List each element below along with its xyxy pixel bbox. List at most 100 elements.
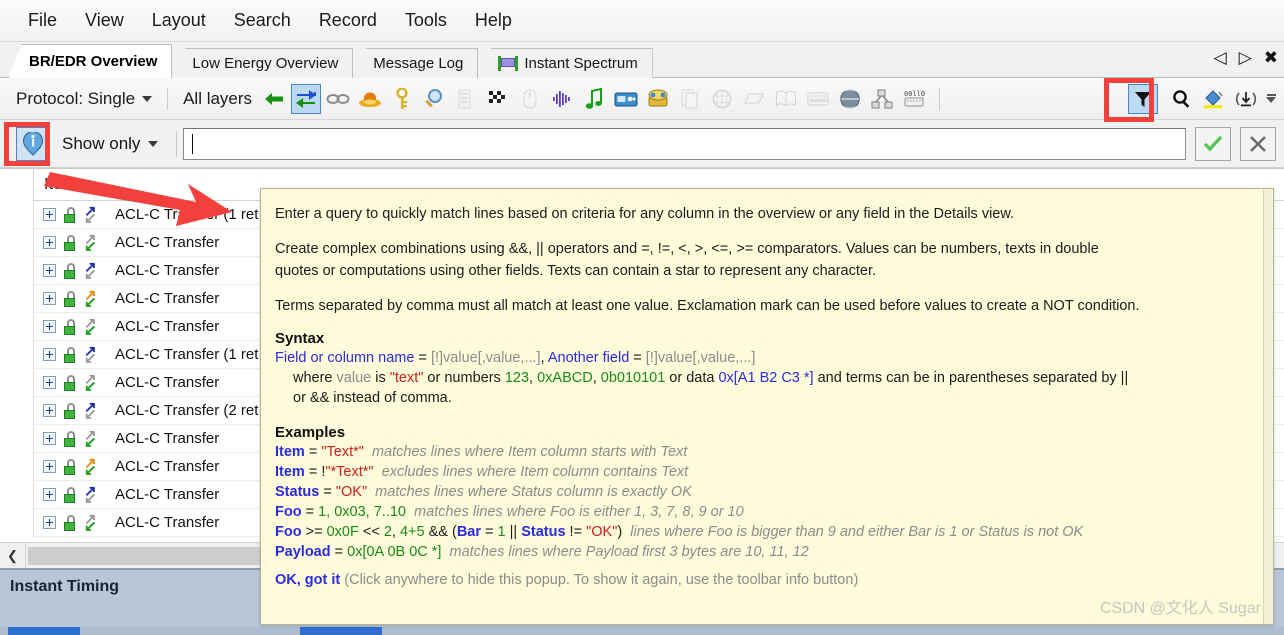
tab-low-energy-overview[interactable]: Low Energy Overview bbox=[171, 48, 354, 78]
timing-marker bbox=[300, 627, 382, 635]
mouse-icon[interactable] bbox=[515, 84, 545, 114]
example-value-2: 2 bbox=[383, 524, 392, 540]
menu-item-file[interactable]: File bbox=[14, 6, 71, 35]
toolbar-divider bbox=[167, 87, 169, 110]
filter-funnel-icon[interactable] bbox=[1128, 83, 1158, 114]
query-help-popup[interactable]: Enter a query to quickly match lines bas… bbox=[260, 188, 1274, 625]
direction-arrows-icon: ↗ ↙ bbox=[84, 398, 97, 423]
menu-item-tools[interactable]: Tools bbox=[391, 6, 461, 35]
protocol-dropdown[interactable]: Protocol: Single bbox=[10, 89, 158, 109]
waveform-icon[interactable] bbox=[547, 84, 577, 114]
show-only-dropdown[interactable]: Show only bbox=[50, 134, 170, 154]
popup-dismiss-row[interactable]: OK, got it (Click anywhere to hide this … bbox=[275, 572, 1255, 588]
menu-item-search[interactable]: Search bbox=[220, 6, 305, 35]
syntax-line-1: Field or column name = [!]value[,value,.… bbox=[275, 348, 1255, 368]
example-op: = bbox=[304, 444, 322, 460]
syntax-or-numbers: or numbers bbox=[423, 370, 505, 386]
hat-icon[interactable] bbox=[355, 84, 385, 114]
example-row: Item = "Text*" matches lines where Item … bbox=[275, 442, 1255, 462]
expand-icon[interactable] bbox=[43, 376, 56, 389]
popup-scrollbar[interactable] bbox=[1263, 189, 1273, 624]
example-row: Item = !"*Text*" excludes lines where It… bbox=[275, 462, 1255, 482]
info-circle-icon[interactable] bbox=[16, 126, 50, 161]
svg-text:00ll0: 00ll0 bbox=[904, 90, 925, 98]
checkered-flag-icon[interactable] bbox=[483, 84, 513, 114]
key-icon[interactable] bbox=[387, 84, 417, 114]
query-input[interactable] bbox=[183, 127, 1186, 160]
expand-icon[interactable] bbox=[43, 320, 56, 333]
radio-icon[interactable] bbox=[611, 84, 641, 114]
syntax-is: is bbox=[371, 370, 390, 386]
popup-paragraph-2-line1: Create complex combinations using &&, ||… bbox=[275, 241, 1099, 257]
unlocked-lock-icon bbox=[63, 486, 77, 503]
expand-icon[interactable] bbox=[43, 460, 56, 473]
layers-button[interactable]: All layers bbox=[177, 89, 258, 109]
menu-item-view[interactable]: View bbox=[71, 6, 138, 35]
expand-icon[interactable] bbox=[43, 236, 56, 249]
expand-icon[interactable] bbox=[43, 208, 56, 221]
expand-icon[interactable] bbox=[43, 516, 56, 529]
expand-icon[interactable] bbox=[43, 348, 56, 361]
list-item-label: ACL-C Transfer (2 ret bbox=[115, 402, 259, 419]
ok-got-it-label[interactable]: OK, got it bbox=[275, 572, 340, 588]
globe-icon[interactable] bbox=[835, 84, 865, 114]
syntax-or-data: or data bbox=[665, 370, 719, 386]
example-op: = bbox=[330, 544, 348, 560]
direction-arrows-icon: ↗ ↙ bbox=[84, 230, 97, 255]
example-op-2: = bbox=[481, 524, 498, 540]
chevron-right-icon[interactable]: ▷ bbox=[1239, 48, 1252, 68]
keyboard-icon[interactable] bbox=[803, 84, 833, 114]
list-icon[interactable] bbox=[451, 84, 481, 114]
copy-pages-icon[interactable] bbox=[675, 84, 705, 114]
tab-br-edr-overview[interactable]: BR/EDR Overview bbox=[8, 44, 173, 78]
document-icon[interactable] bbox=[739, 84, 769, 114]
expand-icon[interactable] bbox=[43, 432, 56, 445]
menu-item-help[interactable]: Help bbox=[461, 6, 526, 35]
example-value-5: "OK" bbox=[586, 524, 618, 540]
expand-icon[interactable] bbox=[43, 404, 56, 417]
syntax-where: where bbox=[293, 370, 337, 386]
tab-instant-spectrum[interactable]: Instant Spectrum bbox=[477, 48, 653, 78]
phone-icon[interactable] bbox=[643, 84, 673, 114]
example-desc: matches lines where Foo is either 1, 3, … bbox=[414, 504, 744, 520]
apply-filter-button[interactable] bbox=[1195, 126, 1231, 161]
expand-icon[interactable] bbox=[43, 292, 56, 305]
example-paren-close: ) bbox=[617, 524, 623, 540]
book-icon[interactable] bbox=[771, 84, 801, 114]
example-op: = bbox=[319, 484, 336, 500]
chevron-left-icon[interactable]: ◁ bbox=[1214, 48, 1227, 68]
example-field: Payload bbox=[275, 544, 331, 560]
direction-arrows-icon: ↗ ↙ bbox=[84, 286, 97, 311]
syntax-data-literal: 0x[A1 B2 C3 *] bbox=[718, 370, 814, 386]
row-gutter bbox=[0, 284, 34, 313]
example-desc: lines where Foo is bigger than 9 and eit… bbox=[630, 524, 1084, 540]
toolbar-overflow-button[interactable] bbox=[1262, 94, 1280, 103]
search-icon[interactable] bbox=[1167, 84, 1197, 114]
chevron-left-icon[interactable]: ❮ bbox=[0, 543, 26, 568]
example-row: Status = "OK" matches lines where Status… bbox=[275, 482, 1255, 502]
network-icon[interactable] bbox=[867, 84, 897, 114]
example-field-3: Status bbox=[521, 524, 566, 540]
close-icon[interactable]: ✖ bbox=[1264, 48, 1278, 68]
bidirectional-arrow-icon[interactable] bbox=[291, 83, 322, 114]
expand-icon[interactable] bbox=[43, 488, 56, 501]
magnifier-icon[interactable] bbox=[419, 84, 449, 114]
expand-icon[interactable] bbox=[43, 264, 56, 277]
menu-item-layout[interactable]: Layout bbox=[138, 6, 220, 35]
tab-message-log[interactable]: Message Log bbox=[352, 48, 479, 78]
serial-port-icon[interactable]: 00ll0 bbox=[899, 84, 929, 114]
list-item-label: ACL-C Transfer bbox=[115, 430, 220, 447]
clear-filter-button[interactable] bbox=[1240, 126, 1276, 161]
column-header-item[interactable]: Item bbox=[34, 176, 75, 194]
back-arrow-icon[interactable] bbox=[259, 84, 289, 114]
link-chain-icon[interactable] bbox=[323, 84, 353, 114]
signal-download-icon[interactable] bbox=[1231, 84, 1261, 114]
popup-paragraph-2-line2: quotes or computations using other field… bbox=[275, 263, 877, 279]
paint-bucket-icon[interactable] bbox=[1199, 84, 1229, 114]
unlocked-lock-icon bbox=[63, 514, 77, 531]
row-gutter bbox=[0, 340, 34, 369]
menu-item-record[interactable]: Record bbox=[305, 6, 391, 35]
chip-icon[interactable] bbox=[707, 84, 737, 114]
music-note-icon[interactable] bbox=[579, 84, 609, 114]
example-op: >= bbox=[301, 524, 327, 540]
